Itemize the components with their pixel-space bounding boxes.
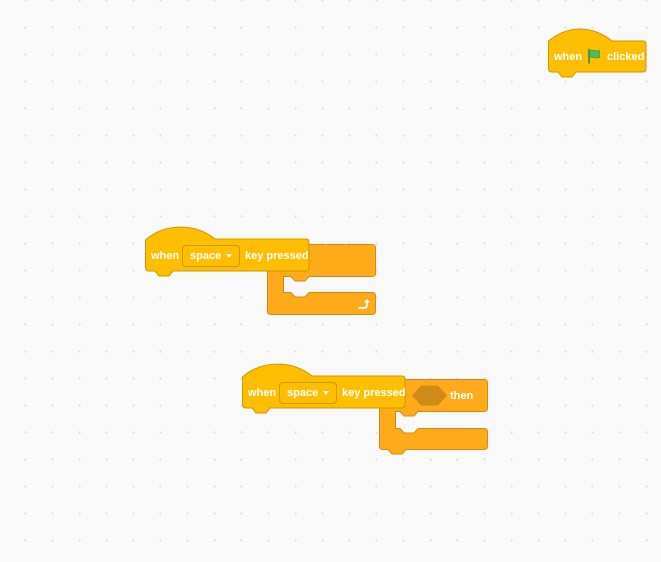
clicked-label: clicked — [607, 51, 645, 63]
key-dropdown-value: space — [287, 387, 319, 399]
when-label: when — [248, 387, 277, 399]
chevron-down-icon — [226, 254, 232, 258]
key-hat-block-shape — [145, 226, 310, 277]
when-key-pressed-forever-script[interactable]: when space key pressed — [145, 226, 380, 320]
key-pressed-label: key pressed — [342, 387, 406, 399]
green-flag-icon — [588, 48, 600, 64]
when-key-pressed-if-script[interactable]: when space key pressed then — [242, 363, 492, 459]
when-label: when — [554, 51, 583, 63]
key-dropdown[interactable]: space — [182, 245, 240, 267]
key-dropdown-value: space — [190, 250, 222, 262]
when-label: when — [151, 250, 180, 262]
chevron-down-icon — [323, 391, 329, 395]
then-label: then — [450, 390, 474, 402]
key-hat-block-shape — [242, 363, 406, 414]
when-flag-clicked-block[interactable]: when clicked — [548, 28, 648, 80]
key-pressed-label: key pressed — [245, 250, 309, 262]
scripts-workspace[interactable]: when clicked when space key pressed when… — [0, 0, 661, 562]
loop-arrow-icon — [358, 299, 370, 309]
key-dropdown[interactable]: space — [279, 382, 337, 404]
